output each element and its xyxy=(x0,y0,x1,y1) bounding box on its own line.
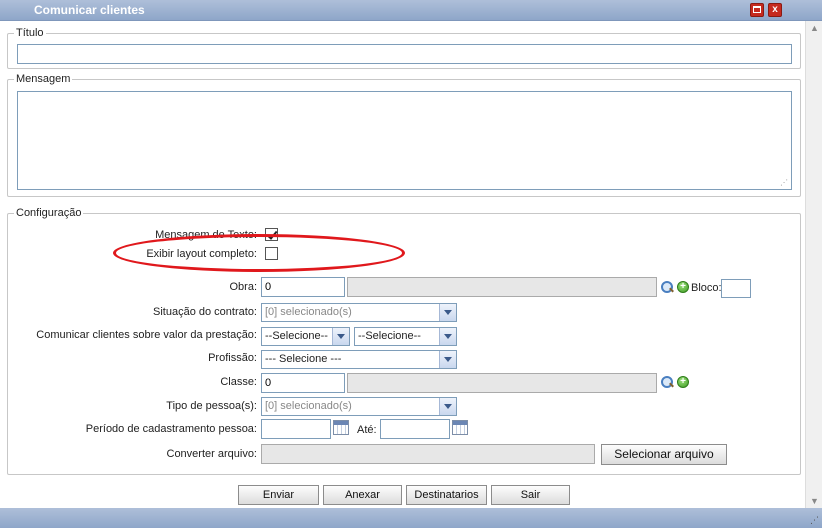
close-icon[interactable]: x xyxy=(768,3,782,17)
periodo-de-input[interactable] xyxy=(261,419,331,439)
calendar-icon[interactable] xyxy=(333,420,349,435)
converter-label: Converter arquivo: xyxy=(166,448,258,460)
chevron-down-icon xyxy=(439,304,456,321)
obra-input[interactable] xyxy=(261,277,345,297)
prestacao-select-1-value: --Selecione-- xyxy=(265,330,328,342)
window-titlebar: Comunicar clientes x xyxy=(0,0,822,21)
chevron-down-icon xyxy=(439,398,456,415)
profissao-label: Profissão: xyxy=(208,352,257,364)
ate-label: Até: xyxy=(357,424,377,436)
prestacao-select-2[interactable]: --Selecione-- xyxy=(354,327,457,346)
profissao-value: --- Selecione --- xyxy=(265,353,342,365)
window-title: Comunicar clientes xyxy=(34,3,145,17)
configuracao-legend: Configuração xyxy=(16,207,82,219)
obra-search-icon[interactable] xyxy=(660,280,674,294)
titulo-input[interactable] xyxy=(17,44,792,64)
classe-description xyxy=(347,373,657,393)
situacao-select[interactable]: [0] selecionado(s) xyxy=(261,303,457,322)
periodo-label: Período de cadastramento pessoa: xyxy=(85,423,257,435)
bloco-label: Bloco: xyxy=(691,282,722,294)
classe-label: Classe: xyxy=(220,376,257,388)
classe-search-icon[interactable] xyxy=(660,375,674,389)
anexar-button[interactable]: Anexar xyxy=(323,485,402,505)
prestacao-select-2-value: --Selecione-- xyxy=(358,330,421,342)
converter-file-input xyxy=(261,444,595,464)
prestacao-label: Comunicar clientes sobre valor da presta… xyxy=(36,329,257,341)
obra-add-icon[interactable]: + xyxy=(677,281,689,293)
classe-add-icon[interactable]: + xyxy=(677,376,689,388)
obra-description xyxy=(347,277,657,297)
chevron-down-icon xyxy=(439,328,456,345)
calendar-icon[interactable] xyxy=(452,420,468,435)
situacao-label: Situação do contrato: xyxy=(153,306,257,318)
tipo-pessoa-label: Tipo de pessoa(s): xyxy=(166,400,257,412)
window-statusbar: ⋰ xyxy=(0,508,822,528)
mensagem-legend: Mensagem xyxy=(16,73,71,85)
highlight-annotation xyxy=(113,234,405,272)
periodo-ate-input[interactable] xyxy=(380,419,450,439)
mensagem-textarea[interactable] xyxy=(17,91,792,190)
destinatarios-button[interactable]: Destinatarios xyxy=(406,485,487,505)
maximize-icon[interactable] xyxy=(750,3,764,17)
tipo-pessoa-select[interactable]: [0] selecionado(s) xyxy=(261,397,457,416)
bloco-input[interactable] xyxy=(721,279,751,298)
situacao-value: [0] selecionado(s) xyxy=(265,306,352,318)
resize-handle-icon[interactable]: ⋰ xyxy=(810,515,819,526)
sair-button[interactable]: Sair xyxy=(491,485,570,505)
chevron-down-icon xyxy=(332,328,349,345)
prestacao-select-1[interactable]: --Selecione-- xyxy=(261,327,350,346)
profissao-select[interactable]: --- Selecione --- xyxy=(261,350,457,369)
enviar-button[interactable]: Enviar xyxy=(238,485,319,505)
obra-label: Obra: xyxy=(229,281,257,293)
scroll-up-icon[interactable]: ▲ xyxy=(810,23,819,33)
classe-input[interactable] xyxy=(261,373,345,393)
selecionar-arquivo-button[interactable]: Selecionar arquivo xyxy=(601,444,727,465)
chevron-down-icon xyxy=(439,351,456,368)
titulo-legend: Título xyxy=(16,27,44,39)
tipo-pessoa-value: [0] selecionado(s) xyxy=(265,400,352,412)
